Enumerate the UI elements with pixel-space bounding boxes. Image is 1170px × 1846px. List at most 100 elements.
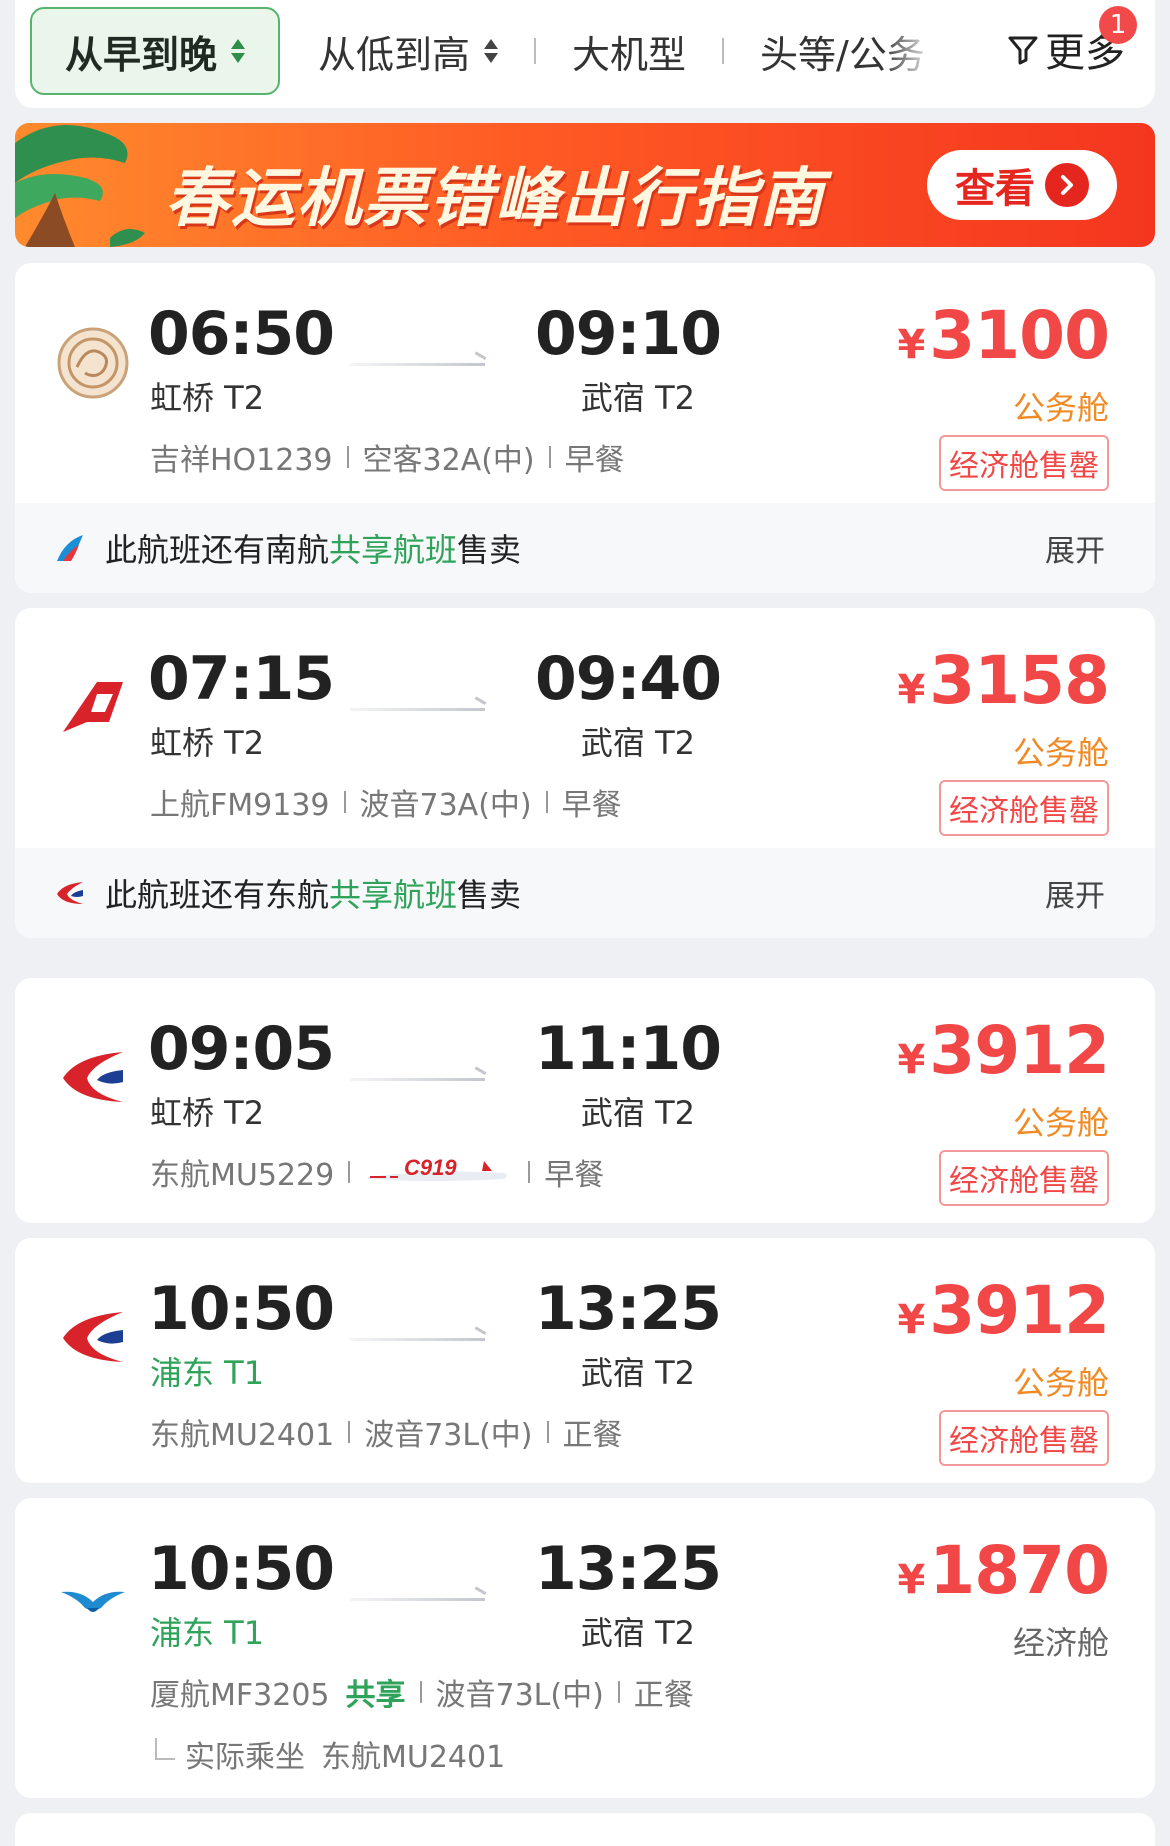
flight-number: 上航FM9139 — [150, 788, 330, 823]
departure-airport: 虹桥 T2 — [150, 379, 265, 417]
currency-symbol: ¥ — [897, 1037, 926, 1083]
flight-number: 东航MU5229 — [150, 1158, 335, 1193]
codeshare-tag: 共享 — [345, 1678, 406, 1713]
arrival-airport: 武宿 T2 — [580, 379, 695, 417]
route-line — [350, 1078, 485, 1081]
meal-info: 早餐 — [544, 1158, 605, 1193]
cabin-class: 经济舱 — [1012, 1624, 1109, 1662]
sort-time-label: 从早到晚 — [64, 32, 217, 77]
corner-connector-icon — [155, 1738, 175, 1760]
sort-price-button[interactable]: 从低到高 — [318, 24, 499, 79]
sold-out-tag: 经济舱售罄 — [939, 1150, 1109, 1206]
currency-symbol: ¥ — [897, 1297, 926, 1343]
cabin-class: 公务舱 — [1012, 1104, 1109, 1142]
flight-card-partial[interactable] — [15, 1813, 1155, 1846]
flight-info: 厦航MF3205 共享 波音73L(中) 正餐 — [150, 1670, 694, 1714]
china-eastern-logo — [53, 1038, 133, 1118]
price: ¥ 3912 — [897, 1272, 1110, 1349]
filter-count-badge: 1 — [1099, 6, 1137, 44]
sort-filter-bar: 从早到晚 从低到高 大机型 头等/公务 更多 1 — [15, 0, 1155, 108]
expand-button[interactable]: 展开 — [1045, 871, 1105, 915]
cabin-class-filter[interactable]: 头等/公务 — [760, 24, 935, 79]
departure-time: 10:50 — [148, 1534, 335, 1604]
flight-info: 吉祥HO1239 空客32A(中) 早餐 — [150, 435, 625, 479]
route-line — [350, 708, 485, 711]
sold-out-tag: 经济舱售罄 — [939, 1410, 1109, 1466]
sold-out-tag: 经济舱售罄 — [939, 780, 1109, 836]
departure-airport: 浦东 T1 — [150, 1614, 265, 1652]
codeshare-text: 此航班还有南航共享航班售卖 — [105, 531, 522, 569]
divider — [722, 38, 725, 64]
arrival-airport: 武宿 T2 — [580, 1094, 695, 1132]
codeshare-row[interactable]: 此航班还有南航共享航班售卖 展开 — [15, 503, 1155, 593]
flight-info: 东航MU5229 C919 早餐 — [150, 1150, 604, 1194]
china-southern-logo — [57, 535, 83, 561]
departure-time: 07:15 — [148, 644, 335, 714]
aircraft-type: 空客32A(中) — [362, 443, 535, 478]
more-filter-button[interactable]: 更多 1 — [1007, 6, 1137, 78]
departure-time: 09:05 — [148, 1014, 335, 1084]
route-line — [350, 1598, 485, 1601]
sort-arrows-icon — [231, 39, 245, 63]
cabin-class: 公务舱 — [1012, 734, 1109, 772]
sort-price-label: 从低到高 — [318, 32, 471, 77]
expand-button[interactable]: 展开 — [1045, 526, 1105, 570]
flight-number: 厦航MF3205 — [150, 1678, 330, 1713]
price-value: 3912 — [929, 1012, 1110, 1089]
big-plane-filter[interactable]: 大机型 — [572, 24, 686, 79]
actual-flight-number: 东航MU2401 — [321, 1740, 506, 1775]
price-value: 1870 — [929, 1532, 1110, 1609]
aircraft-type: 波音73A(中) — [359, 788, 532, 823]
cabin-class: 公务舱 — [1012, 1364, 1109, 1402]
chevron-right-icon — [1045, 163, 1089, 207]
price: ¥ 3100 — [897, 297, 1110, 374]
flight-card[interactable]: 10:50 浦东 T1 13:25 武宿 T2 东航MU2401 波音73L(中… — [15, 1238, 1155, 1483]
actual-label: 实际乘坐 — [185, 1740, 305, 1775]
juneyao-air-logo — [53, 323, 133, 403]
currency-symbol: ¥ — [897, 1557, 926, 1603]
flight-card[interactable]: 09:05 虹桥 T2 11:10 武宿 T2 东航MU5229 C919 早餐… — [15, 978, 1155, 1223]
flight-number: 东航MU2401 — [150, 1418, 335, 1453]
sort-time-button[interactable]: 从早到晚 — [30, 7, 280, 95]
departure-airport: 虹桥 T2 — [150, 1094, 265, 1132]
china-eastern-logo — [57, 882, 83, 904]
meal-info: 正餐 — [633, 1678, 694, 1713]
arrival-airport: 武宿 T2 — [580, 724, 695, 762]
shanghai-airlines-logo — [53, 668, 133, 748]
price: ¥ 3912 — [897, 1012, 1110, 1089]
price-value: 3100 — [929, 297, 1110, 374]
cabin-class: 公务舱 — [1012, 389, 1109, 427]
price: ¥ 3158 — [897, 642, 1110, 719]
departure-airport: 虹桥 T2 — [150, 724, 265, 762]
spring-festival-banner[interactable]: 春运机票错峰出行指南 查看 — [15, 123, 1155, 247]
price-value: 3912 — [929, 1272, 1110, 1349]
banner-view-button[interactable]: 查看 — [927, 150, 1117, 220]
currency-symbol: ¥ — [897, 322, 926, 368]
flight-info: 东航MU2401 波音73L(中) 正餐 — [150, 1410, 623, 1454]
codeshare-row[interactable]: 此航班还有东航共享航班售卖 展开 — [15, 848, 1155, 938]
aircraft-type: 波音73L(中) — [435, 1678, 604, 1713]
arrival-time: 13:25 — [535, 1534, 722, 1604]
xiamen-airlines-logo — [53, 1558, 133, 1638]
arrival-time: 13:25 — [535, 1274, 722, 1344]
sort-arrows-icon — [484, 39, 499, 63]
flight-card[interactable]: 06:50 虹桥 T2 09:10 武宿 T2 吉祥HO1239 空客32A(中… — [15, 263, 1155, 593]
price: ¥ 1870 — [897, 1532, 1110, 1609]
arrival-airport: 武宿 T2 — [580, 1354, 695, 1392]
flight-card[interactable]: 07:15 虹桥 T2 09:40 武宿 T2 上航FM9139 波音73A(中… — [15, 608, 1155, 938]
route-line — [350, 363, 485, 366]
arrival-time: 09:10 — [535, 299, 722, 369]
arrival-time: 09:40 — [535, 644, 722, 714]
route-line — [350, 1338, 485, 1341]
flight-card[interactable]: 10:50 浦东 T1 13:25 武宿 T2 厦航MF3205 共享 波音73… — [15, 1498, 1155, 1798]
departure-time: 10:50 — [148, 1274, 335, 1344]
flight-number: 吉祥HO1239 — [150, 443, 333, 478]
meal-info: 早餐 — [564, 443, 625, 478]
aircraft-type: 波音73L(中) — [364, 1418, 533, 1453]
departure-time: 06:50 — [148, 299, 335, 369]
actual-operating-flight: 实际乘坐 东航MU2401 — [155, 1732, 505, 1776]
meal-info: 早餐 — [561, 788, 622, 823]
banner-view-label: 查看 — [955, 166, 1035, 212]
filter-icon — [1008, 36, 1038, 65]
china-eastern-logo — [53, 1298, 133, 1378]
